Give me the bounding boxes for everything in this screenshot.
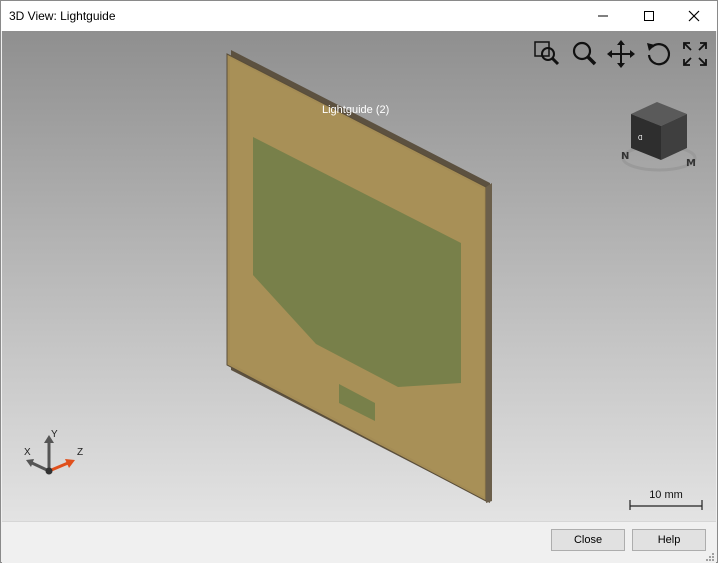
3d-viewport[interactable]: Lightguide (2) ᗡ N M X Y Z 10 mm — [2, 31, 716, 521]
maximize-icon — [644, 11, 654, 21]
dialog-footer: Close Help — [2, 521, 716, 563]
panel-side — [486, 183, 492, 503]
object-label: Lightguide (2) — [322, 104, 390, 116]
zoom-icon[interactable] — [569, 39, 599, 69]
pan-icon[interactable] — [606, 39, 636, 69]
window-title: 3D View: Lightguide — [9, 9, 116, 23]
close-icon — [688, 10, 700, 22]
cube-letter-m: M — [686, 158, 696, 169]
resize-grip-icon[interactable] — [704, 551, 714, 561]
view-cube[interactable]: ᗡ N M — [614, 96, 704, 176]
maximize-button[interactable] — [626, 1, 672, 31]
zoom-to-fit-icon[interactable] — [532, 39, 562, 69]
scale-bar: 10 mm — [628, 487, 704, 511]
minimize-button[interactable] — [580, 1, 626, 31]
help-button[interactable]: Help — [632, 529, 706, 551]
cube-letter-n: N — [621, 151, 629, 162]
svg-text:ᗡ: ᗡ — [638, 135, 643, 142]
axes-triad: X Y Z — [20, 427, 90, 487]
close-window-button[interactable] — [671, 1, 717, 31]
fullscreen-icon[interactable] — [680, 39, 710, 69]
axis-y-label: Y — [51, 429, 58, 440]
window: 3D View: Lightguide Lightguide (2) ᗡ N M… — [0, 0, 718, 563]
axis-x-label: X — [24, 447, 31, 458]
close-button[interactable]: Close — [551, 529, 625, 551]
rotate-icon[interactable] — [643, 39, 673, 69]
title-bar[interactable]: 3D View: Lightguide — [1, 1, 717, 31]
axis-z-label: Z — [77, 447, 84, 458]
minimize-icon — [598, 15, 608, 17]
